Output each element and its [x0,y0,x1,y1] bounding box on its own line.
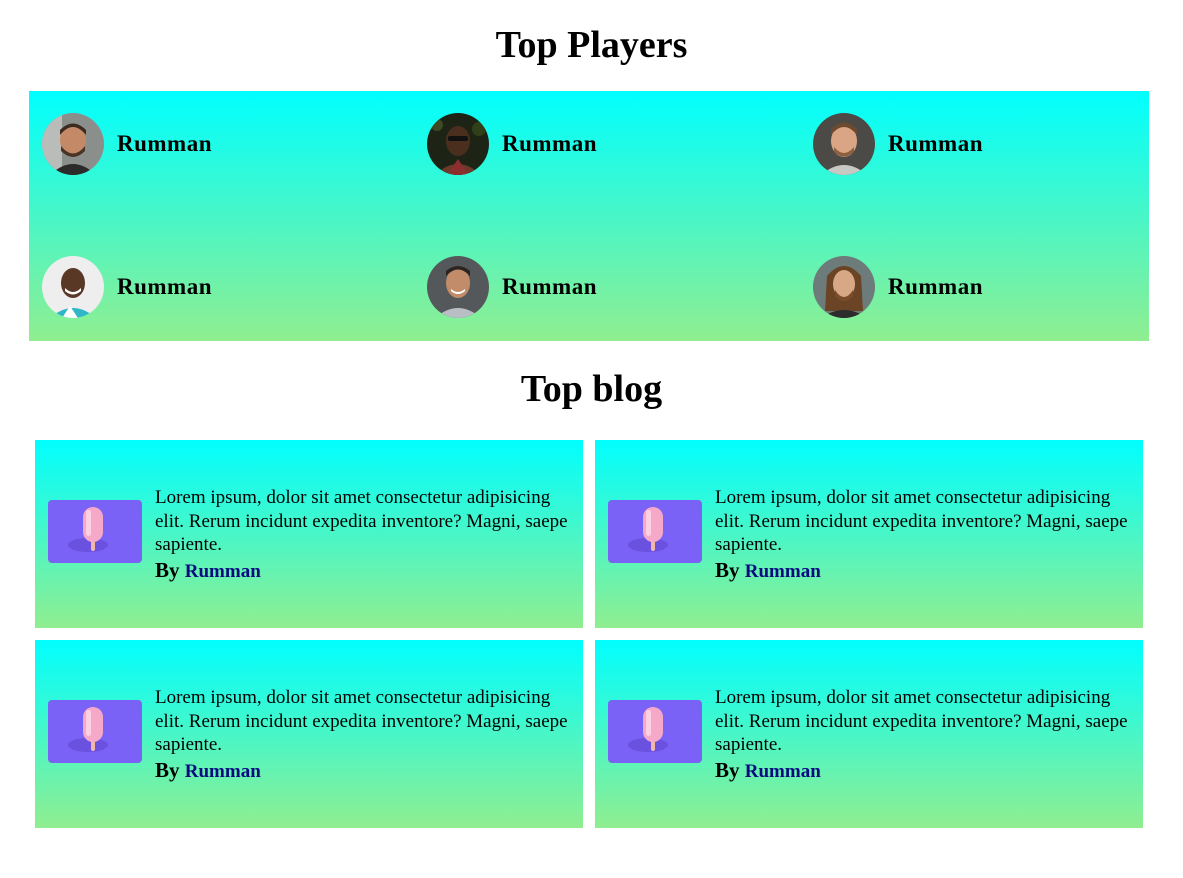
player-card[interactable]: Rumman [427,112,597,176]
player-avatar [427,256,489,318]
blog-card: Lorem ipsum, dolor sit amet consectetur … [595,440,1143,628]
player-name: Rumman [117,274,213,299]
player-name: Rumman [502,131,598,156]
blog-content: Lorem ipsum, dolor sit amet consectetur … [155,486,580,585]
blog-author-link[interactable]: Rumman [745,561,821,582]
player-avatar [42,256,104,318]
blog-excerpt: Lorem ipsum, dolor sit amet consectetur … [155,487,568,555]
player-name: Rumman [888,131,984,156]
player-card[interactable]: Rumman [42,112,212,176]
popsicle-icon [48,700,142,763]
by-label: By [155,757,180,782]
player-name: Rumman [117,131,213,156]
player-avatar [42,113,104,175]
blog-byline: By Rumman [155,757,580,785]
blog-excerpt: Lorem ipsum, dolor sit amet consectetur … [715,487,1128,555]
by-label: By [715,757,740,782]
blog-author-link[interactable]: Rumman [185,761,261,782]
top-blog-heading: Top blog [520,368,663,410]
blog-content: Lorem ipsum, dolor sit amet consectetur … [715,486,1140,585]
by-label: By [155,557,180,582]
blog-byline: By Rumman [715,757,1140,785]
blog-content: Lorem ipsum, dolor sit amet consectetur … [155,686,580,785]
blog-excerpt: Lorem ipsum, dolor sit amet consectetur … [155,687,568,755]
blog-card: Lorem ipsum, dolor sit amet consectetur … [35,640,583,828]
blog-card: Lorem ipsum, dolor sit amet consectetur … [595,640,1143,828]
player-avatar [813,256,875,318]
blog-author-link[interactable]: Rumman [745,761,821,782]
player-card[interactable]: Rumman [427,255,597,319]
popsicle-icon [48,500,142,563]
blog-card: Lorem ipsum, dolor sit amet consectetur … [35,440,583,628]
by-label: By [715,557,740,582]
player-card[interactable]: Rumman [813,255,983,319]
blog-byline: By Rumman [155,557,580,585]
player-avatar [427,113,489,175]
blog-excerpt: Lorem ipsum, dolor sit amet consectetur … [715,687,1128,755]
popsicle-icon [608,500,702,563]
player-name: Rumman [888,274,984,299]
blog-byline: By Rumman [715,557,1140,585]
player-avatar [813,113,875,175]
blog-author-link[interactable]: Rumman [185,561,261,582]
popsicle-icon [608,700,702,763]
player-name: Rumman [502,274,598,299]
player-card[interactable]: Rumman [813,112,983,176]
blog-content: Lorem ipsum, dolor sit amet consectetur … [715,686,1140,785]
player-card[interactable]: Rumman [42,255,212,319]
top-players-panel: Rumman Rumman Rumman Rumman Rumman Rumma… [29,91,1149,341]
top-players-heading: Top Players [495,24,688,66]
